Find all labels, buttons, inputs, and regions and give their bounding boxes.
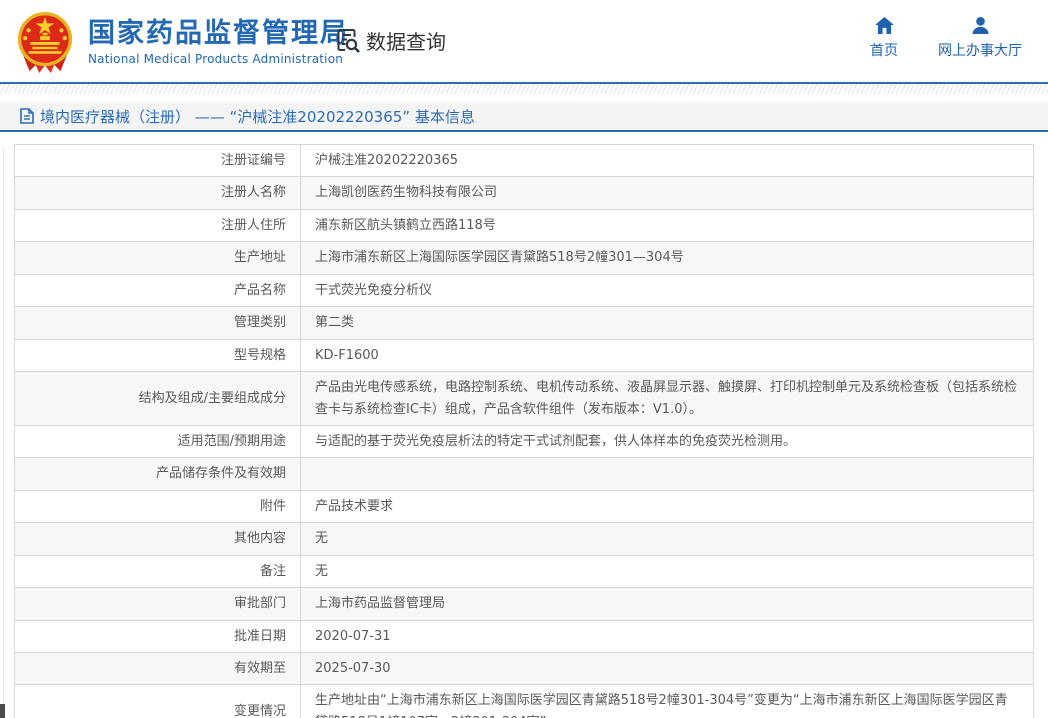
row-label: 其他内容 xyxy=(15,523,301,555)
row-label: 审批部门 xyxy=(15,588,301,620)
row-label: 适用范围/预期用途 xyxy=(15,425,301,457)
page: 国家药品监督管理局 National Medical Products Admi… xyxy=(0,0,1048,718)
table-row: 附件产品技术要求 xyxy=(15,490,1034,522)
table-row: 适用范围/预期用途与适配的基于荧光免疫层析法的特定干式试剂配套，供人体样本的免疫… xyxy=(15,425,1034,457)
row-label: 注册人住所 xyxy=(15,209,301,241)
row-value: 沪械注准20202220365 xyxy=(301,145,1034,177)
row-value: 2020-07-31 xyxy=(301,620,1034,652)
bottom-left-fragment xyxy=(0,704,5,718)
row-label: 产品名称 xyxy=(15,274,301,306)
row-label: 型号规格 xyxy=(15,339,301,371)
org-name-cn: 国家药品监督管理局 xyxy=(88,18,349,49)
table-row: 型号规格KD-F1600 xyxy=(15,339,1034,371)
row-value: 上海凯创医药生物科技有限公司 xyxy=(301,177,1034,209)
home-icon xyxy=(875,17,894,34)
header-nav: 首页 网上办事大厅 xyxy=(870,17,1022,60)
registration-info-table: 注册证编号沪械注准20202220365注册人名称上海凯创医药生物科技有限公司注… xyxy=(14,144,1034,718)
row-label: 有效期至 xyxy=(15,653,301,685)
nav-service-hall-label: 网上办事大厅 xyxy=(938,40,1022,60)
org-name-en: National Medical Products Administration xyxy=(88,52,349,66)
row-value: 干式荧光免疫分析仪 xyxy=(301,274,1034,306)
row-label: 变更情况 xyxy=(15,685,301,718)
table-row: 变更情况生产地址由“上海市浦东新区上海国际医学园区青黛路518号2幢301-30… xyxy=(15,685,1034,718)
row-value: 上海市药品监督管理局 xyxy=(301,588,1034,620)
data-query-label: 数据查询 xyxy=(366,26,446,55)
table-row: 备注无 xyxy=(15,555,1034,587)
table-row: 产品名称干式荧光免疫分析仪 xyxy=(15,274,1034,306)
row-value: 无 xyxy=(301,555,1034,587)
table-row: 审批部门上海市药品监督管理局 xyxy=(15,588,1034,620)
site-header: 国家药品监督管理局 National Medical Products Admi… xyxy=(0,0,1048,84)
row-label: 附件 xyxy=(15,490,301,522)
row-value: 产品技术要求 xyxy=(301,490,1034,522)
row-value: 与适配的基于荧光免疫层析法的特定干式试剂配套，供人体样本的免疫荧光检测用。 xyxy=(301,425,1034,457)
table-row: 产品储存条件及有效期 xyxy=(15,458,1034,490)
table-row: 生产地址上海市浦东新区上海国际医学园区青黛路518号2幢301—304号 xyxy=(15,242,1034,274)
table-row: 管理类别第二类 xyxy=(15,307,1034,339)
row-value: 上海市浦东新区上海国际医学园区青黛路518号2幢301—304号 xyxy=(301,242,1034,274)
row-value: 生产地址由“上海市浦东新区上海国际医学园区青黛路518号2幢301-304号”变… xyxy=(301,685,1034,718)
row-label: 注册证编号 xyxy=(15,145,301,177)
table-row: 批准日期2020-07-31 xyxy=(15,620,1034,652)
table-row: 有效期至2025-07-30 xyxy=(15,653,1034,685)
page-title: 境内医疗器械（注册） —— “沪械注准20202220365” 基本信息 xyxy=(40,106,475,127)
hatched-divider xyxy=(0,84,1048,94)
row-value: KD-F1600 xyxy=(301,339,1034,371)
table-row: 注册人名称上海凯创医药生物科技有限公司 xyxy=(15,177,1034,209)
row-label: 产品储存条件及有效期 xyxy=(15,458,301,490)
table-row: 注册证编号沪械注准20202220365 xyxy=(15,145,1034,177)
national-emblem-icon xyxy=(14,9,76,75)
row-label: 批准日期 xyxy=(15,620,301,652)
row-value: 2025-07-30 xyxy=(301,653,1034,685)
nav-home-label: 首页 xyxy=(870,40,898,60)
table-row: 结构及组成/主要组成成分产品由光电传感系统，电路控制系统、电机传动系统、液晶屏显… xyxy=(15,372,1034,426)
left-edge-hairline xyxy=(3,148,4,718)
data-query-icon xyxy=(334,27,361,54)
data-query-link[interactable]: 数据查询 xyxy=(334,26,446,55)
table-row: 注册人住所浦东新区航头镇鹤立西路118号 xyxy=(15,209,1034,241)
row-label: 管理类别 xyxy=(15,307,301,339)
row-value: 第二类 xyxy=(301,307,1034,339)
row-value: 无 xyxy=(301,523,1034,555)
user-icon xyxy=(971,17,990,34)
row-value: 产品由光电传感系统，电路控制系统、电机传动系统、液晶屏显示器、触摸屏、打印机控制… xyxy=(301,372,1034,426)
nav-home[interactable]: 首页 xyxy=(870,17,898,60)
row-value: 浦东新区航头镇鹤立西路118号 xyxy=(301,209,1034,241)
nmpa-logo-link[interactable]: 国家药品监督管理局 National Medical Products Admi… xyxy=(14,9,349,75)
row-label: 注册人名称 xyxy=(15,177,301,209)
info-table-body: 注册证编号沪械注准20202220365注册人名称上海凯创医药生物科技有限公司注… xyxy=(15,145,1034,718)
org-names: 国家药品监督管理局 National Medical Products Admi… xyxy=(88,18,349,66)
nav-service-hall[interactable]: 网上办事大厅 xyxy=(938,17,1022,60)
breadcrumb-bar: 境内医疗器械（注册） —— “沪械注准20202220365” 基本信息 xyxy=(0,102,1048,132)
row-label: 结构及组成/主要组成成分 xyxy=(15,372,301,426)
row-label: 备注 xyxy=(15,555,301,587)
table-row: 其他内容无 xyxy=(15,523,1034,555)
row-value xyxy=(301,458,1034,490)
row-label: 生产地址 xyxy=(15,242,301,274)
document-icon xyxy=(20,108,34,124)
